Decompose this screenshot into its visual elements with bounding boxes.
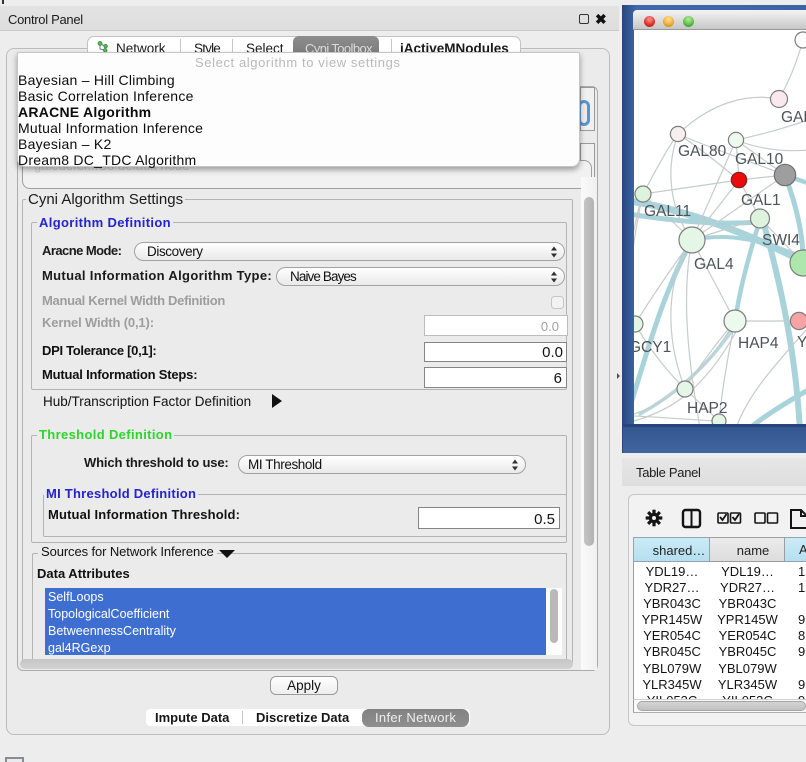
svg-text:SWI4: SWI4 [762,232,800,249]
svg-text:Y: Y [797,334,806,351]
svg-text:GAL80: GAL80 [678,143,727,160]
svg-text:GAL10: GAL10 [735,151,784,168]
svg-text:GAL1: GAL1 [741,192,781,209]
svg-text:GAL7: GAL7 [781,109,806,126]
svg-text:HAP4: HAP4 [738,335,779,352]
svg-text:GAL4: GAL4 [694,256,734,273]
svg-text:GCY1: GCY1 [634,339,671,356]
svg-text:HAP2: HAP2 [687,400,728,417]
svg-text:GAL11: GAL11 [644,203,691,220]
